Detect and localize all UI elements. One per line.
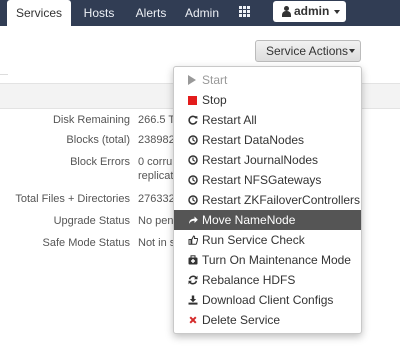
menu-item-label: Turn On Maintenance Mode [202,253,351,267]
share-icon [189,216,198,224]
menu-item-download-client-configs[interactable]: Download Client Configs [174,290,361,310]
tab-views[interactable] [232,0,258,26]
menu-item-label: Restart JournalNodes [202,153,319,167]
delete-icon [189,316,197,324]
service-actions-label: Service Actions [266,44,349,58]
menu-item-label: Rebalance HDFS [202,273,296,287]
menu-item-label: Delete Service [202,313,281,327]
menu-item-label: Restart All [202,113,257,127]
play-icon [188,75,196,85]
top-navbar: Services Hosts Alerts Admin admin [0,0,400,26]
menu-item-delete-service[interactable]: Delete Service [174,310,361,330]
time-icon [188,155,198,165]
time-icon [188,195,198,205]
menu-item-label: Restart DataNodes [202,133,305,147]
user-icon [282,6,291,17]
summary-label: Upgrade Status [53,215,130,227]
summary-label: Blocks (total) [66,134,130,146]
tab-services[interactable]: Services [7,0,71,26]
menu-item-label: Start [202,73,228,87]
service-actions-button[interactable]: Service Actions [255,40,361,62]
stop-icon [188,96,197,105]
grid-icon [239,6,251,18]
download-icon [188,295,198,305]
tab-alerts[interactable]: Alerts [128,0,174,26]
summary-label: Disk Remaining [52,114,130,126]
caret-down-icon [334,10,340,14]
menu-item-label: Stop [202,93,227,107]
user-menu-button[interactable]: admin [273,1,346,22]
menu-item-label: Run Service Check [202,233,305,247]
user-label: admin [294,4,330,18]
refresh-icon [188,275,198,285]
menu-item-label: Move NameNode [202,213,296,227]
tab-hosts[interactable]: Hosts [78,0,120,26]
menu-item-restart-nfsgateways[interactable]: Restart NFSGateways [174,170,361,190]
summary-label: Block Errors [70,156,130,168]
menu-item-rebalance-hdfs[interactable]: Rebalance HDFS [174,270,361,290]
summary-label: Total Files + Directories [15,193,130,205]
thumbs-up-icon [188,235,198,245]
summary-label: Safe Mode Status [42,237,130,249]
menu-item-start[interactable]: Start [174,70,361,90]
menu-item-stop[interactable]: Stop [174,90,361,110]
time-icon [188,175,198,185]
menu-item-turn-on-maintenance-mode[interactable]: Turn On Maintenance Mode [174,250,361,270]
tab-admin[interactable]: Admin [180,0,224,26]
menu-item-restart-journalnodes[interactable]: Restart JournalNodes [174,150,361,170]
menu-item-label: Download Client Configs [202,293,334,307]
menu-item-move-namenode[interactable]: Move NameNode [174,210,361,230]
service-actions-menu: Start Stop Restart All Restart DataNodes… [173,66,362,334]
menu-item-run-service-check[interactable]: Run Service Check [174,230,361,250]
refresh-icon [188,115,198,125]
menu-item-label: Restart NFSGateways [202,173,322,187]
menu-item-label: Restart ZKFailoverControllers [202,193,361,207]
time-icon [188,135,198,145]
divider [0,74,8,75]
medkit-icon [188,255,198,265]
menu-item-restart-all[interactable]: Restart All [174,110,361,130]
menu-item-restart-datanodes[interactable]: Restart DataNodes [174,130,361,150]
menu-item-restart-zkfailovercontrollers[interactable]: Restart ZKFailoverControllers [174,190,361,210]
caret-down-icon [349,49,355,53]
